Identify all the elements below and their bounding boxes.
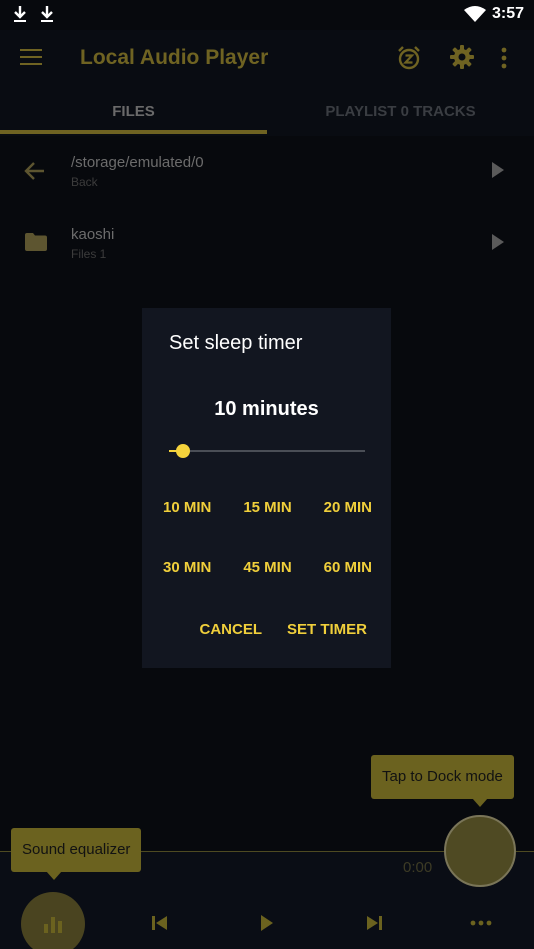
tab-bar: FILES PLAYLIST 0 TRACKS [0,88,534,136]
download-icon [14,6,26,22]
item-title: kaoshi [71,226,115,243]
tab-playlist-label: PLAYLIST 0 TRACKS [325,103,476,120]
play-icon[interactable] [492,162,504,178]
app-bar: Local Audio Player [0,30,534,88]
preset-10-min-button[interactable]: 10 MIN [163,493,211,523]
equalizer-icon [44,917,62,933]
dock-mode-button[interactable] [444,815,516,887]
play-icon[interactable] [260,914,274,932]
item-subtitle: Back [71,175,98,189]
more-horiz-icon[interactable] [470,919,492,927]
list-item-back[interactable]: /storage/emulated/0 Back [0,136,534,208]
preset-45-min-button[interactable]: 45 MIN [243,553,291,583]
back-arrow-icon [24,162,44,180]
skip-previous-icon[interactable] [152,914,168,932]
preset-30-min-button[interactable]: 30 MIN [163,553,211,583]
folder-icon [25,233,47,251]
timer-slider[interactable] [169,443,365,459]
preset-grid: 10 MIN 15 MIN 20 MIN 30 MIN 45 MIN 60 MI… [142,493,391,613]
preset-row: 30 MIN 45 MIN 60 MIN [142,553,391,613]
menu-icon[interactable] [20,49,42,67]
sleep-timer-dialog: Set sleep timer 10 minutes 10 MIN 15 MIN… [142,308,391,668]
sleep-timer-icon[interactable] [396,45,422,71]
app-title: Local Audio Player [80,46,269,69]
preset-row: 10 MIN 15 MIN 20 MIN [142,493,391,553]
preset-15-min-button[interactable]: 15 MIN [243,493,291,523]
elapsed-time: 0:00 [403,859,433,876]
preset-20-min-button[interactable]: 20 MIN [324,493,372,523]
tab-playlist[interactable]: PLAYLIST 0 TRACKS [267,88,534,136]
tab-indicator [0,130,267,134]
cancel-button[interactable]: CANCEL [199,621,262,638]
play-icon[interactable] [492,234,504,250]
status-bar: 3:57 [0,0,534,30]
equalizer-button[interactable] [21,892,85,949]
dock-mode-tooltip: Tap to Dock mode [371,755,514,807]
preset-60-min-button[interactable]: 60 MIN [324,553,372,583]
more-vert-icon[interactable] [500,46,508,70]
skip-next-icon[interactable] [366,914,382,932]
wifi-icon [464,6,486,22]
set-timer-button[interactable]: SET TIMER [287,621,367,638]
download-icon [41,6,53,22]
equalizer-tooltip: Sound equalizer [11,828,142,880]
slider-track [169,450,365,452]
dialog-actions: CANCEL SET TIMER [199,621,367,638]
dialog-title: Set sleep timer [169,332,303,354]
settings-icon[interactable] [450,45,474,69]
item-title: /storage/emulated/0 [71,154,204,171]
tab-files-label: FILES [112,103,155,120]
status-time: 3:57 [491,5,524,22]
tab-files[interactable]: FILES [0,88,267,136]
file-list: /storage/emulated/0 Back kaoshi Files 1 [0,136,534,280]
item-subtitle: Files 1 [71,247,107,261]
slider-thumb[interactable] [175,444,190,458]
timer-value: 10 minutes [214,398,319,420]
list-item-folder[interactable]: kaoshi Files 1 [0,208,534,280]
